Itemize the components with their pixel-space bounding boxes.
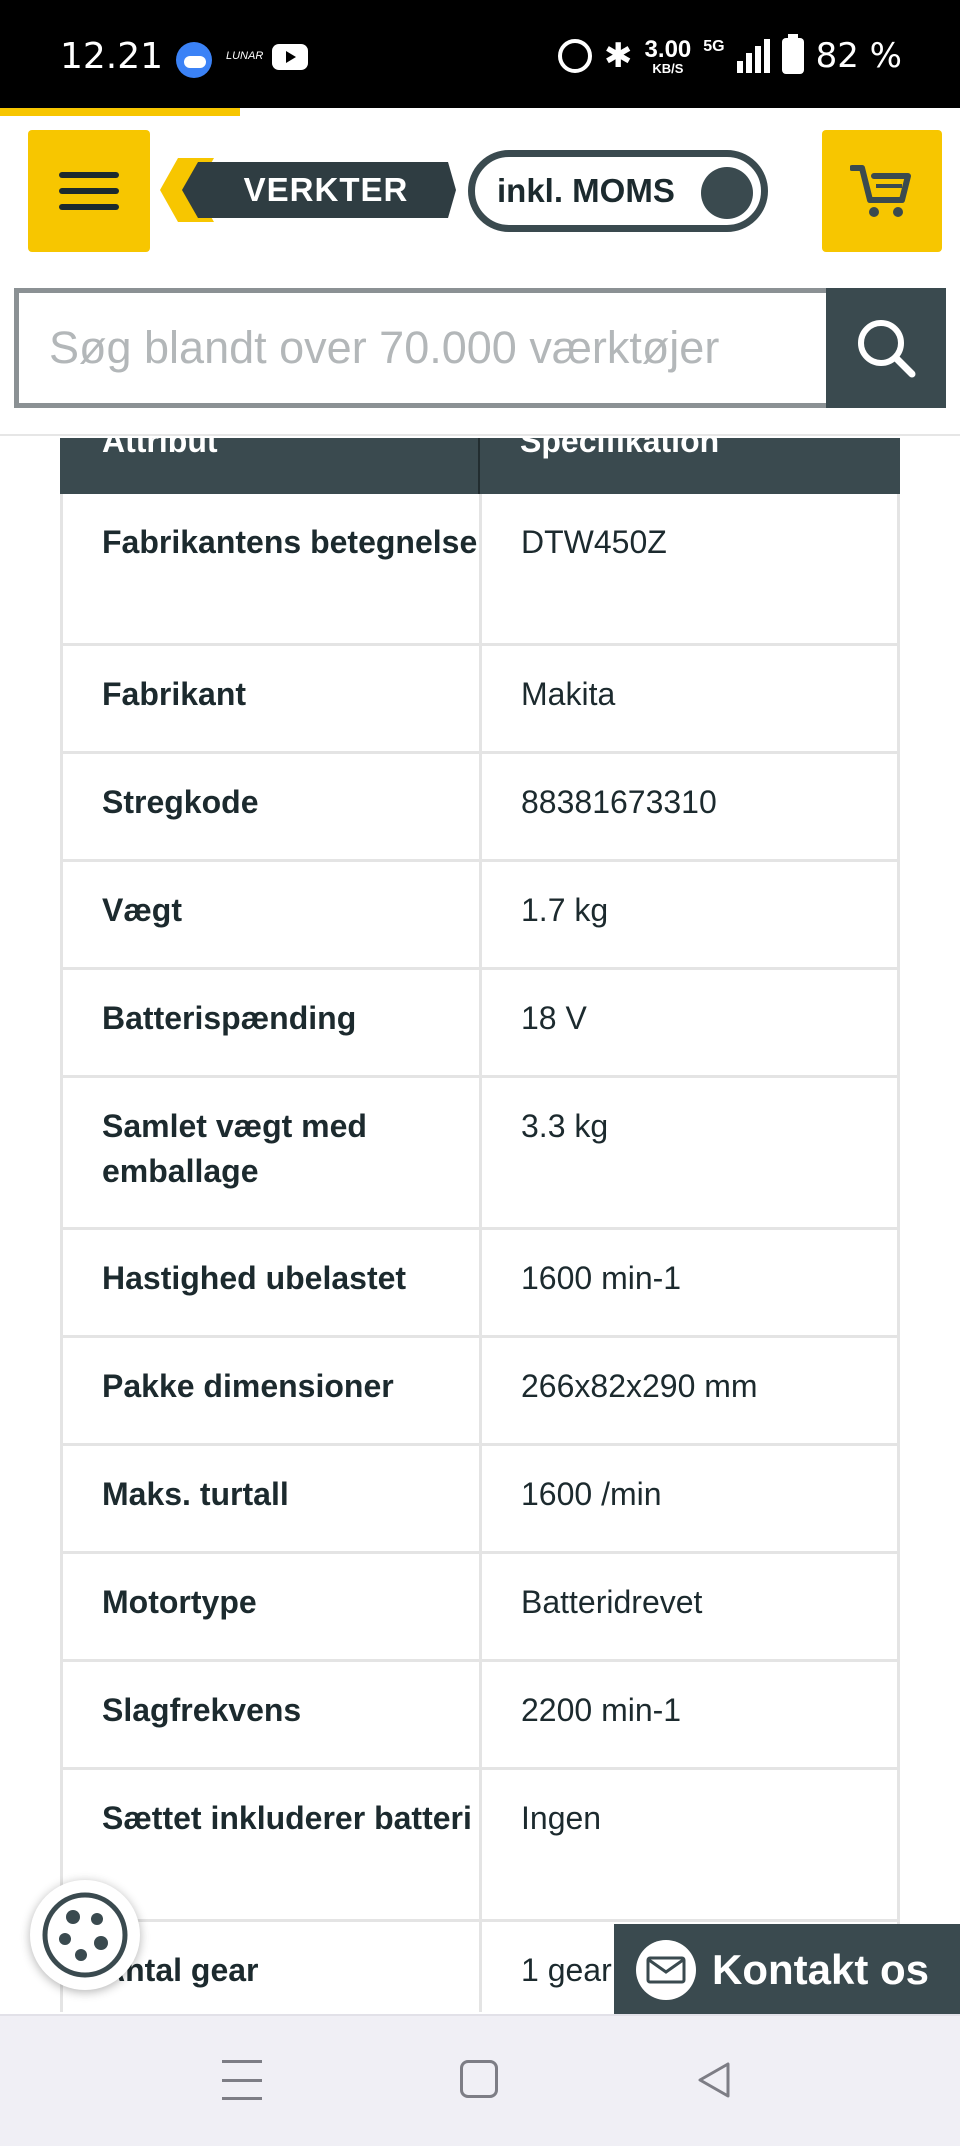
progress-fill	[0, 108, 240, 116]
toggle-knob	[701, 167, 753, 219]
contact-us-button[interactable]: Kontakt os	[614, 1924, 960, 2016]
value-cell: 88381673310	[521, 784, 717, 820]
value-cell: 1600 min-1	[521, 1260, 682, 1296]
value-cell: Batteridrevet	[521, 1584, 703, 1620]
battery-icon	[781, 34, 804, 74]
table-row: Pakke dimensioner 266x82x290 mm	[60, 1338, 900, 1446]
search-input[interactable]	[14, 288, 826, 408]
search-icon	[858, 320, 916, 378]
value-cell: Makita	[521, 676, 616, 712]
value-cell: 3.3 kg	[521, 1108, 609, 1144]
value-cell: 18 V	[521, 1000, 587, 1036]
attribute-cell: Motortype	[63, 1554, 482, 1659]
site-header: VERKTER inkl. MOMS	[0, 116, 960, 436]
value-cell: 1.7 kg	[521, 892, 609, 928]
battery-percent: 82 %	[815, 36, 902, 76]
attribute-cell: Batterispænding	[63, 970, 482, 1075]
value-cell: 2200 min-1	[521, 1692, 682, 1728]
table-header: Attribut Specifikation	[60, 438, 900, 494]
value-cell: Ingen	[521, 1800, 602, 1836]
value-cell: 1600 /min	[521, 1476, 662, 1512]
status-icons: ✱ 3.00 KB/S 5G 82 %	[558, 34, 902, 78]
column-header-specification: Specifikation	[520, 438, 720, 459]
attribute-cell: Samlet vægt med emballage	[63, 1078, 482, 1227]
table-row: Fabrikantens betegnelse DTW450Z	[60, 494, 900, 646]
table-row: Samlet vægt med emballage 3.3 kg	[60, 1078, 900, 1230]
attribute-cell: Hastighed ubelastet	[63, 1230, 482, 1335]
search-bar	[14, 288, 946, 408]
column-header-attribute: Attribut	[102, 438, 218, 459]
nav-recents-icon[interactable]	[222, 2060, 262, 2100]
alarm-icon	[558, 39, 593, 73]
nav-home-icon[interactable]	[460, 2060, 498, 2098]
nav-back-icon[interactable]	[694, 2060, 734, 2100]
signal-icon	[736, 39, 770, 73]
weather-icon	[176, 42, 212, 78]
contact-us-label: Kontakt os	[712, 1946, 930, 1993]
table-row: Motortype Batteridrevet	[60, 1554, 900, 1662]
verkter-logo[interactable]: VERKTER	[160, 154, 456, 226]
attribute-cell: Fabrikantens betegnelse	[63, 494, 482, 643]
mail-icon	[636, 1940, 696, 2000]
clock: 12.21	[60, 36, 164, 77]
attribute-cell: Fabrikant	[63, 646, 482, 751]
table-row: Batterispænding 18 V	[60, 970, 900, 1078]
svg-text:VERKTER: VERKTER	[244, 171, 409, 208]
cookie-icon	[42, 1892, 128, 1978]
table-row: Hastighed ubelastet 1600 min-1	[60, 1230, 900, 1338]
search-button[interactable]	[826, 288, 946, 408]
youtube-icon	[272, 44, 308, 70]
bluetooth-icon: ✱	[604, 36, 633, 76]
attribute-cell: Vægt	[63, 862, 482, 967]
attribute-cell: Slagfrekvens	[63, 1662, 482, 1767]
table-row: Sættet inkluderer batteri Ingen	[60, 1770, 900, 1922]
spec-table: Attribut Specifikation Fabrikantens bete…	[60, 438, 900, 2012]
network-speed: 3.00 KB/S	[644, 35, 692, 76]
attribute-cell: Pakke dimensioner	[63, 1338, 482, 1443]
table-row: Vægt 1.7 kg	[60, 862, 900, 970]
lunar-icon: LUNAR	[226, 50, 264, 62]
menu-button[interactable]	[28, 130, 150, 252]
value-cell: DTW450Z	[521, 524, 667, 560]
value-cell: 266x82x290 mm	[521, 1368, 758, 1404]
menu-icon	[59, 172, 119, 178]
page-load-progress	[0, 108, 960, 116]
status-bar: 12.21 LUNAR ✱ 3.00 KB/S 5G 82 %	[0, 0, 960, 108]
cookie-settings-button[interactable]	[30, 1880, 140, 1990]
cart-icon	[850, 165, 911, 217]
cart-button[interactable]	[822, 130, 942, 252]
table-row: Maks. turtall 1600 /min	[60, 1446, 900, 1554]
attribute-cell: Stregkode	[63, 754, 482, 859]
attribute-cell: Maks. turtall	[63, 1446, 482, 1551]
table-row: Slagfrekvens 2200 min-1	[60, 1662, 900, 1770]
network-type: 5G	[703, 38, 725, 55]
table-row: Fabrikant Makita	[60, 646, 900, 754]
vat-toggle[interactable]: inkl. MOMS	[468, 150, 768, 232]
system-nav-bar	[0, 2014, 960, 2146]
vat-toggle-label: inkl. MOMS	[497, 172, 675, 209]
table-row: Stregkode 88381673310	[60, 754, 900, 862]
